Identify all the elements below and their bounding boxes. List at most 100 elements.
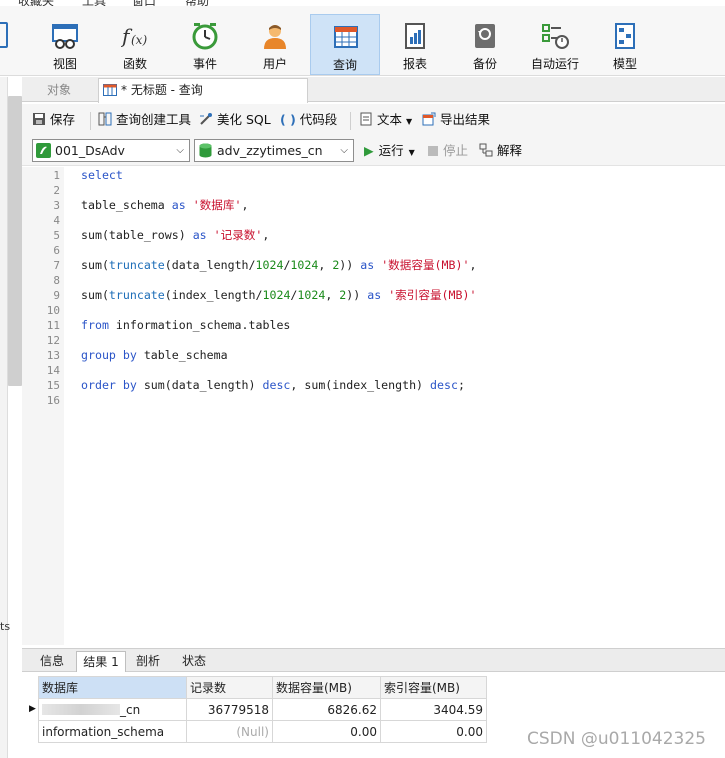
backup-icon [475,24,495,48]
toolbar-query-button[interactable]: 查询 [310,14,380,75]
run-button[interactable]: ▶ 运行 ▼ [364,142,415,160]
code-token: sum( [81,258,109,272]
connection-icon [36,143,51,158]
connection-select[interactable]: 001_DsAdv ⌵ [32,139,190,162]
beautify-icon [200,113,212,125]
line-number: 12 [46,334,60,347]
code-token: '索引容量(MB)' [388,288,477,302]
toolbar-schedule-button[interactable]: 自动运行 [520,14,590,74]
toolbar-event-button[interactable]: 事件 [170,14,240,74]
tab-objects[interactable]: 对象 [22,78,96,102]
toolbar-backup-button[interactable]: 备份 [450,14,520,74]
code-token: , [325,288,340,302]
toolbar-report-button[interactable]: 报表 [380,14,450,74]
grid-cell[interactable]: 6826.62 [272,698,381,721]
code-line: order by sum(data_length) desc, sum(inde… [81,378,465,393]
grid-cell[interactable]: 0.00 [380,720,487,743]
code-token: '数据库' [192,198,242,212]
toolbar-view-button[interactable]: 视图 [30,14,100,74]
code-line: table_schema as '数据库', [81,198,248,213]
stop-icon [428,146,438,156]
tab-profile[interactable]: 剖析 [126,651,170,672]
column-header[interactable]: 数据容量(MB) [272,676,381,699]
grid-cell[interactable]: (Null) [186,720,273,743]
chevron-down-icon: ▼ [406,117,413,126]
user-icon [264,25,286,49]
tab-untitled-query-label: * 无标题 - 查询 [121,83,203,97]
table-row[interactable]: information_schema (Null) 0.00 0.00 [38,720,487,743]
stop-button[interactable]: 停止 [428,142,468,160]
code-token: table_schema [136,348,228,362]
code-token: (data_length/ [164,258,256,272]
grid-cell[interactable]: _cn [38,698,187,721]
line-number: 7 [53,259,60,272]
code-token: table_schema [81,198,172,212]
schedule-icon [542,24,569,49]
code-token: 1024 [290,258,319,272]
toolbar-function-button[interactable]: f (x) 函数 [100,14,170,74]
table-row[interactable]: _cn 36779518 6826.62 3404.59 [38,698,487,721]
tab-status[interactable]: 状态 [172,651,216,672]
line-number: 6 [53,244,60,257]
chevron-down-icon: ▼ [408,148,415,157]
grid-cell[interactable]: information_schema [38,720,187,743]
beautify-sql-button[interactable]: 美化 SQL [199,111,271,129]
tab-info[interactable]: 信息 [30,651,74,672]
code-token: , [469,258,477,272]
line-number: 10 [46,304,60,317]
line-number: 11 [46,319,60,332]
query-builder-button[interactable]: 查询创建工具 [98,111,191,129]
tab-result-1[interactable]: 结果 1 [76,651,126,672]
navigation-pane-edge [0,77,8,758]
code-line: select [81,168,123,183]
code-token: sum(table_rows) [81,228,193,242]
tab-untitled-query[interactable]: * 无标题 - 查询 [98,78,308,103]
code-token: information_schema.tables [108,318,291,332]
save-icon [33,113,45,125]
watermark: CSDN @u011042325 [527,729,706,749]
export-icon [422,112,436,126]
line-number: 13 [46,349,60,362]
code-token: as [192,228,207,242]
column-header[interactable]: 索引容量(MB) [380,676,487,699]
navigation-scrollbar[interactable] [8,96,22,386]
explain-button[interactable]: 解释 [479,142,522,160]
function-icon: f (x) [121,24,147,48]
result-grid[interactable]: 数据库 记录数 数据容量(MB) 索引容量(MB) _cn 36779518 6… [38,676,487,743]
line-number: 2 [53,184,60,197]
main-toolbar: 视图 f (x) 函数 事件 用户 查询 报表 备份 自动运行 模型 [0,6,725,76]
code-token: from [81,318,109,332]
line-number: 8 [53,274,60,287]
save-button[interactable]: 保存 [32,111,75,129]
editor-toolbar: 保存 查询创建工具 美化 SQL ( ) 代码段 文本 ▼ 导出结果 [22,104,725,136]
toolbar-user-button[interactable]: 用户 [240,14,310,74]
table-icon[interactable] [0,22,8,48]
grid-header-row: 数据库 记录数 数据容量(MB) 索引容量(MB) [38,676,487,699]
toolbar-separator [90,112,91,130]
code-token: , [262,228,270,242]
navigation-pane-text: ts [0,620,11,633]
svg-text:(x): (x) [131,33,147,47]
column-header[interactable]: 记录数 [186,676,273,699]
code-line: sum(truncate(index_length/1024/1024, 2))… [81,288,476,303]
column-header[interactable]: 数据库 [38,676,187,699]
code-token: select [81,168,123,182]
report-icon [405,23,425,49]
model-icon [615,23,635,49]
grid-cell[interactable]: 0.00 [272,720,381,743]
toolbar-model-button[interactable]: 模型 [590,14,660,74]
grid-cell[interactable]: 3404.59 [380,698,487,721]
line-number: 5 [53,229,60,242]
chevron-down-icon: ⌵ [176,145,184,156]
code-line: from information_schema.tables [81,318,290,333]
text-menu-button[interactable]: 文本 ▼ [359,111,412,129]
query-tab-icon [103,84,117,96]
code-token: as [360,258,375,272]
grid-cell[interactable]: 36779518 [186,698,273,721]
export-results-button[interactable]: 导出结果 [422,111,490,129]
database-select[interactable]: adv_zzytimes_cn ⌵ [194,139,354,162]
code-token: truncate [108,258,165,272]
code-snippet-button[interactable]: ( ) 代码段 [280,111,337,129]
view-icon [52,24,78,49]
code-token: desc [262,378,291,392]
